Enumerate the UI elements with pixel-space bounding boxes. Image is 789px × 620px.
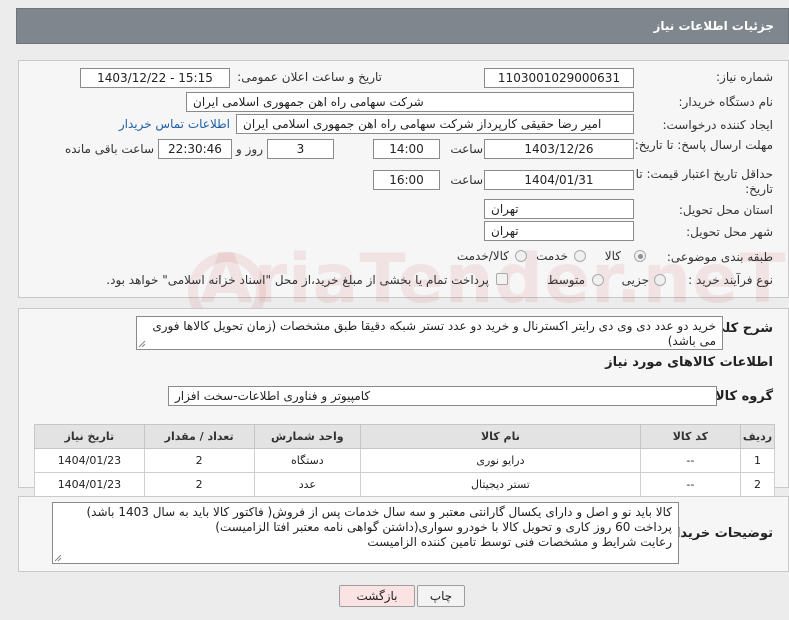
category-service-label: خدمت bbox=[536, 249, 568, 263]
buyer-notes-label: توضیحات خریدار: bbox=[663, 526, 773, 541]
buyer-note-line: رعایت شرایط و مشخصات فنی توسط تامین کنند… bbox=[367, 535, 672, 549]
requester-label: ایجاد کننده درخواست: bbox=[662, 118, 773, 132]
col-name: نام کالا bbox=[360, 424, 641, 449]
cell-qty: 2 bbox=[143, 448, 255, 473]
buyer-note-line: کالا باید نو و اصل و دارای یکسال گارانتی… bbox=[86, 505, 672, 519]
description-textarea[interactable]: خرید دو عدد دی وی دی رایتر اکسترنال و خر… bbox=[136, 316, 723, 350]
print-button[interactable]: چاپ bbox=[417, 585, 465, 607]
purchase-medium-label: متوسط bbox=[547, 273, 585, 287]
city-field: تهران bbox=[484, 221, 634, 241]
goods-group-field: کامپیوتر و فناوری اطلاعات-سخت افزار bbox=[168, 386, 717, 406]
reply-time-label: ساعت bbox=[450, 142, 483, 156]
treasury-payment-checkbox[interactable] bbox=[496, 273, 508, 285]
buyer-note-line: پرداخت 60 روز کاری و تحویل کالا با خودرو… bbox=[215, 520, 672, 534]
resize-grip-icon[interactable] bbox=[138, 340, 146, 348]
category-service-radio[interactable] bbox=[574, 250, 586, 262]
remaining-days-field: 3 bbox=[267, 139, 334, 159]
category-both-radio[interactable] bbox=[515, 250, 527, 262]
reply-deadline-date: 1403/12/26 bbox=[484, 139, 634, 159]
category-both-label: کالا/خدمت bbox=[456, 249, 509, 263]
resize-grip-icon[interactable] bbox=[54, 554, 62, 562]
need-number-field: 1103001029000631 bbox=[484, 68, 634, 88]
category-goods-label: کالا bbox=[604, 249, 621, 263]
purchase-type-label: نوع فرآیند خرید : bbox=[688, 273, 773, 287]
days-label: روز و bbox=[236, 142, 263, 156]
col-qty: تعداد / مقدار bbox=[143, 424, 255, 449]
col-date: تاریخ نیاز bbox=[34, 424, 145, 449]
province-label: استان محل تحویل: bbox=[678, 203, 773, 217]
remaining-time-label: ساعت باقی مانده bbox=[64, 142, 154, 156]
col-row: ردیف bbox=[740, 424, 775, 449]
cell-code: -- bbox=[639, 472, 742, 497]
cell-name: درایو نوری bbox=[360, 448, 641, 473]
price-validity-date: 1404/01/31 bbox=[484, 170, 634, 190]
back-button[interactable]: بازگشت bbox=[339, 585, 415, 607]
reply-deadline-label: مهلت ارسال پاسخ: تا تاریخ: bbox=[634, 138, 773, 152]
buyer-org-label: نام دستگاه خریدار: bbox=[678, 95, 774, 109]
buyer-contact-link[interactable]: اطلاعات تماس خریدار bbox=[119, 117, 230, 131]
price-validity-time: 16:00 bbox=[373, 170, 440, 190]
table-row: 1 -- درایو نوری دستگاه 2 1404/01/23 bbox=[34, 448, 775, 473]
page-header: جزئیات اطلاعات نیاز bbox=[16, 8, 789, 44]
cell-date: 1404/01/23 bbox=[34, 448, 145, 473]
goods-table: ردیف کد کالا نام کالا واحد شمارش تعداد /… bbox=[34, 424, 775, 497]
cell-date: 1404/01/23 bbox=[34, 472, 145, 497]
goods-table-header: ردیف کد کالا نام کالا واحد شمارش تعداد /… bbox=[34, 424, 775, 449]
announce-datetime-label: تاریخ و ساعت اعلان عمومی: bbox=[237, 70, 382, 84]
remaining-time-field: 22:30:46 bbox=[158, 139, 232, 159]
cell-code: -- bbox=[639, 448, 742, 473]
cell-name: تستر دیجیتال bbox=[360, 472, 641, 497]
price-validity-label: حداقل تاریخ اعتبار قیمت: تا تاریخ: bbox=[635, 167, 773, 196]
requester-field: امیر رضا حقیقی کارپرداز شرکت سهامی راه ا… bbox=[236, 114, 634, 134]
province-field: تهران bbox=[484, 199, 634, 219]
city-label: شهر محل تحویل: bbox=[686, 225, 773, 239]
treasury-payment-note: پرداخت تمام یا بخشی از مبلغ خرید،از محل … bbox=[106, 273, 489, 287]
announce-datetime-field: 1403/12/22 - 15:15 bbox=[80, 68, 230, 88]
buyer-org-field: شرکت سهامی راه اهن جمهوری اسلامی ایران bbox=[186, 92, 634, 112]
reply-deadline-time: 14:00 bbox=[373, 139, 440, 159]
price-time-label: ساعت bbox=[450, 173, 483, 187]
cell-row: 1 bbox=[740, 448, 775, 473]
cell-qty: 2 bbox=[143, 472, 255, 497]
purchase-minor-label: جزیی bbox=[621, 273, 649, 287]
category-label: طبقه بندی موضوعی: bbox=[666, 250, 773, 264]
category-goods-radio[interactable] bbox=[634, 250, 646, 262]
need-number-label: شماره نیاز: bbox=[716, 70, 773, 84]
page-title: جزئیات اطلاعات نیاز bbox=[653, 19, 774, 33]
table-row: 2 -- تستر دیجیتال عدد 2 1404/01/23 bbox=[34, 472, 775, 497]
goods-group-label: گروه کالا: bbox=[709, 389, 773, 404]
cell-unit: دستگاه bbox=[253, 448, 362, 473]
cell-unit: عدد bbox=[253, 472, 362, 497]
col-code: کد کالا bbox=[639, 424, 742, 449]
goods-section-title: اطلاعات کالاهای مورد نیاز bbox=[605, 355, 773, 370]
cell-row: 2 bbox=[740, 472, 775, 497]
purchase-medium-radio[interactable] bbox=[592, 274, 604, 286]
purchase-minor-radio[interactable] bbox=[654, 274, 666, 286]
buyer-notes-textarea[interactable]: کالا باید نو و اصل و دارای یکسال گارانتی… bbox=[52, 502, 679, 564]
col-unit: واحد شمارش bbox=[253, 424, 362, 449]
